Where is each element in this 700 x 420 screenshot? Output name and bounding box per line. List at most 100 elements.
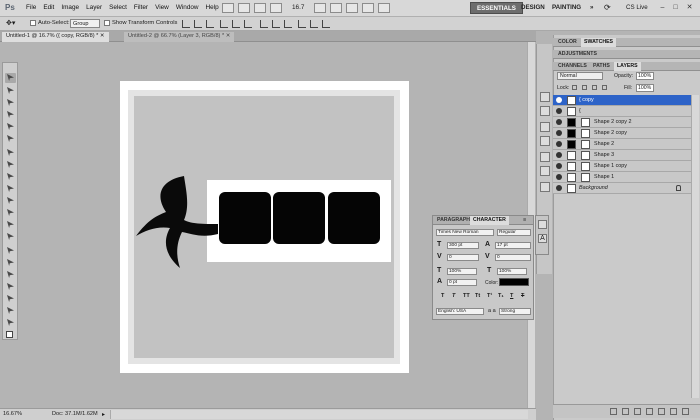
quick-select-tool[interactable] <box>5 110 16 120</box>
actions-panel-icon[interactable] <box>540 106 550 116</box>
menu-file[interactable]: File <box>26 4 36 11</box>
3d-rotate-tool[interactable] <box>5 294 16 304</box>
layer-style-icon[interactable] <box>622 408 629 415</box>
vertical-scale-field[interactable]: 100% <box>447 268 477 275</box>
new-group-icon[interactable] <box>658 408 665 415</box>
menu-window[interactable]: Window <box>176 4 199 11</box>
fill-field[interactable]: 100% <box>636 84 654 92</box>
tab-swatches[interactable]: SWATCHES <box>581 38 617 47</box>
visibility-eye-icon[interactable] <box>556 130 562 136</box>
font-size-field[interactable]: 300 pt <box>447 242 479 249</box>
menu-filter[interactable]: Filter <box>134 4 148 11</box>
distribute-bottom-icon[interactable] <box>284 20 292 28</box>
layer-row[interactable]: Shape 2 copy <box>553 128 691 139</box>
status-zoom[interactable]: 16.67% <box>3 411 22 417</box>
hand-tool[interactable] <box>5 306 16 316</box>
adjustment-layer-icon[interactable] <box>646 408 653 415</box>
path-selection-tool[interactable] <box>5 270 16 280</box>
distribute-hcenter-icon[interactable] <box>310 20 318 28</box>
tracking-field[interactable]: 0 <box>495 254 531 261</box>
crop-tool[interactable] <box>5 122 16 132</box>
layer-row[interactable]: { <box>553 106 691 117</box>
tab-color[interactable]: COLOR <box>555 38 580 47</box>
lock-transparent-icon[interactable] <box>572 85 577 90</box>
move-tool[interactable] <box>5 73 16 83</box>
healing-brush-tool[interactable] <box>5 148 16 158</box>
brush-presets-icon[interactable] <box>540 122 550 132</box>
language-dropdown[interactable]: English: USA <box>436 308 484 315</box>
mini-bridge-icon[interactable] <box>238 3 250 13</box>
visibility-eye-icon[interactable] <box>556 97 562 103</box>
workspace-more[interactable]: » <box>584 2 599 14</box>
lock-all-icon[interactable] <box>602 85 607 90</box>
pen-tool[interactable] <box>5 246 16 256</box>
tool-presets-icon[interactable] <box>540 166 550 176</box>
foreground-color-swatch[interactable] <box>6 331 13 338</box>
delete-layer-icon[interactable] <box>682 408 689 415</box>
bridge-icon[interactable] <box>222 3 234 13</box>
tab-paragraph[interactable]: PARAGRAPH <box>434 216 473 225</box>
visibility-eye-icon[interactable] <box>556 108 562 114</box>
show-transform-checkbox[interactable] <box>104 20 110 26</box>
close-button[interactable]: ✕ <box>685 4 694 12</box>
visibility-eye-icon[interactable] <box>556 152 562 158</box>
layer-row[interactable]: Shape 2 copy 2 <box>553 117 691 128</box>
visibility-eye-icon[interactable] <box>556 174 562 180</box>
menu-help[interactable]: Help <box>206 4 219 11</box>
tab-layers[interactable]: LAYERS <box>614 62 641 71</box>
blur-tool[interactable] <box>5 220 16 230</box>
paragraph-panel-icon[interactable]: A <box>538 234 547 243</box>
font-family-dropdown[interactable]: Times New Roman <box>436 229 494 236</box>
kerning-field[interactable]: 0 <box>447 254 479 261</box>
horizontal-scale-field[interactable]: 100% <box>497 268 527 275</box>
rotate-view-icon[interactable] <box>346 3 358 13</box>
eyedropper-tool[interactable] <box>5 134 16 144</box>
panel-menu-icon[interactable]: ≡ <box>523 217 526 223</box>
baseline-shift-field[interactable]: 0 pt <box>447 279 477 286</box>
menu-edit[interactable]: Edit <box>43 4 54 11</box>
clone-source-icon[interactable] <box>540 152 550 162</box>
strikethrough-button[interactable]: T <box>521 293 524 299</box>
layer-row[interactable]: Shape 3 <box>553 150 691 161</box>
zoom-readout[interactable]: 16.7 <box>292 4 304 11</box>
menu-layer[interactable]: Layer <box>86 4 102 11</box>
layer-row[interactable]: { copy <box>553 95 691 106</box>
menu-view[interactable]: View <box>155 4 169 11</box>
layer-row[interactable]: Background <box>553 183 691 194</box>
visibility-eye-icon[interactable] <box>556 185 562 191</box>
dodge-tool[interactable] <box>5 232 16 242</box>
menu-select[interactable]: Select <box>109 4 127 11</box>
align-bottom-icon[interactable] <box>206 20 214 28</box>
text-color-swatch[interactable] <box>499 278 529 286</box>
brush-tool[interactable] <box>5 160 16 170</box>
distribute-right-icon[interactable] <box>322 20 330 28</box>
horizontal-scrollbar[interactable] <box>110 410 528 419</box>
tab-character[interactable]: CHARACTER <box>470 216 509 225</box>
zoom-tool-icon[interactable] <box>330 3 342 13</box>
new-layer-icon[interactable] <box>670 408 677 415</box>
maximize-button[interactable]: □ <box>671 4 680 12</box>
gradient-tool[interactable] <box>5 208 16 218</box>
lock-position-icon[interactable] <box>592 85 597 90</box>
layer-row[interactable]: Shape 2 <box>553 139 691 150</box>
clone-stamp-tool[interactable] <box>5 172 16 182</box>
distribute-top-icon[interactable] <box>260 20 268 28</box>
marquee-tool[interactable] <box>5 86 16 96</box>
move-tool-icon[interactable]: ✥▾ <box>6 19 15 27</box>
tab-untitled-1[interactable]: Untitled-1 @ 16.7% ({ copy, RGB/8) * ✕ <box>2 32 109 42</box>
align-left-icon[interactable] <box>220 20 228 28</box>
eraser-tool[interactable] <box>5 196 16 206</box>
cs-live-label[interactable]: CS Live <box>626 4 648 11</box>
all-caps-button[interactable]: TT <box>463 293 470 299</box>
visibility-eye-icon[interactable] <box>556 119 562 125</box>
align-right-icon[interactable] <box>244 20 252 28</box>
screen-mode-icon[interactable] <box>378 3 390 13</box>
workspace-painting[interactable]: PAINTING <box>546 2 587 14</box>
tab-paths[interactable]: PATHS <box>590 62 613 71</box>
layer-row[interactable]: Shape 1 <box>553 172 691 183</box>
zoom-level-icon[interactable] <box>270 3 282 13</box>
history-panel-icon[interactable] <box>540 92 550 102</box>
visibility-eye-icon[interactable] <box>556 163 562 169</box>
align-top-icon[interactable] <box>182 20 190 28</box>
cs-live-icon[interactable]: ⟳ <box>604 3 611 12</box>
